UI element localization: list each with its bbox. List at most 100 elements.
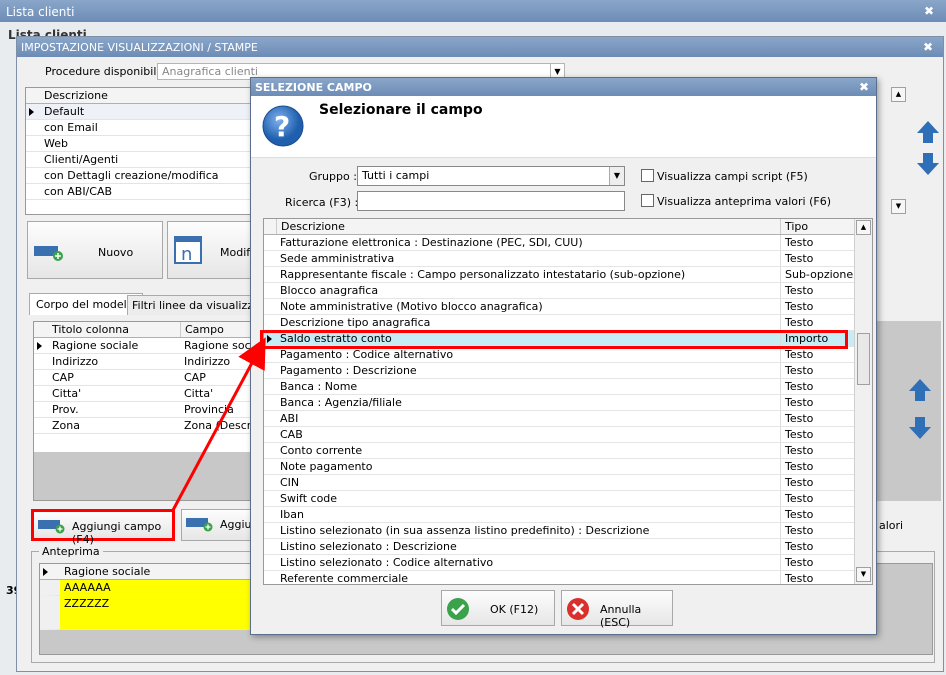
field-row[interactable]: CAB Testo <box>264 427 854 443</box>
scroll-thumb[interactable] <box>857 333 870 385</box>
column-title: Citta' <box>52 387 82 400</box>
column-row[interactable]: Ragione sociale Ragione social <box>34 338 264 354</box>
row-pointer-icon <box>43 568 48 576</box>
new-button[interactable]: Nuovo <box>27 221 163 279</box>
imp-close-icon[interactable]: ✖ <box>921 40 935 54</box>
column-row[interactable]: CAP CAP <box>34 370 264 386</box>
fields-scrollbar[interactable]: ▲ ▼ <box>854 219 872 584</box>
preview-checkbox-label: Visualizza anteprima valori (F6) <box>657 195 832 208</box>
field-row[interactable]: Fatturazione elettronica : Destinazione … <box>264 235 854 251</box>
preview-cell: ZZZZZZ <box>64 597 110 610</box>
field-row[interactable]: Iban Testo <box>264 507 854 523</box>
column-title: CAP <box>52 371 74 384</box>
chevron-down-icon[interactable]: ▼ <box>609 167 624 185</box>
scroll-down-icon[interactable]: ▼ <box>891 199 906 214</box>
model-name: con Dettagli creazione/modifica <box>44 169 219 182</box>
preview-row: AAAAAA <box>40 580 252 596</box>
model-row[interactable]: Clienti/Agenti <box>26 152 264 168</box>
models-scrollbar[interactable]: ▲ ▼ <box>881 87 909 215</box>
field-type: Testo <box>780 411 854 426</box>
field-type: Testo <box>780 571 854 584</box>
scroll-up-icon[interactable]: ▲ <box>891 87 906 102</box>
row-pointer-icon <box>37 342 42 350</box>
field-row[interactable]: Blocco anagrafica Testo <box>264 283 854 299</box>
field-row[interactable]: Descrizione tipo anagrafica Testo <box>264 315 854 331</box>
columns-grid-body: Titolo colonna Campo Ragione sociale Ragi… <box>34 322 264 452</box>
model-row[interactable]: con ABI/CAB <box>26 184 264 200</box>
columns-grid: Titolo colonna Campo Ragione sociale Ragi… <box>33 321 265 501</box>
field-row[interactable]: Conto corrente Testo <box>264 443 854 459</box>
field-row[interactable]: Note pagamento Testo <box>264 459 854 475</box>
move-up-icon[interactable] <box>915 119 941 145</box>
add-field-button[interactable]: Aggiungi campo (F4) <box>31 509 175 546</box>
models-header: Descrizione <box>44 89 108 102</box>
field-desc: Pagamento : Codice alternativo <box>280 348 454 361</box>
field-row[interactable]: Banca : Agenzia/filiale Testo <box>264 395 854 411</box>
field-row[interactable]: Pagamento : Codice alternativo Testo <box>264 347 854 363</box>
field-row[interactable]: Listino selezionato : Descrizione Testo <box>264 539 854 555</box>
dialog-close-icon[interactable]: ✖ <box>857 80 871 94</box>
procedure-label: Procedure disponibili : <box>45 65 167 78</box>
tab-filtri[interactable]: Filtri linee da visualizzare <box>127 295 263 315</box>
column-row[interactable]: Indirizzo Indirizzo <box>34 354 264 370</box>
field-row[interactable]: Listino selezionato : Codice alternativo… <box>264 555 854 571</box>
field-desc: Conto corrente <box>280 444 363 457</box>
model-row[interactable]: Web <box>26 136 264 152</box>
model-row[interactable]: Default <box>26 104 264 120</box>
field-row[interactable]: ABI Testo <box>264 411 854 427</box>
field-desc: Descrizione tipo anagrafica <box>280 316 431 329</box>
field-row[interactable]: Referente commerciale Testo <box>264 571 854 584</box>
search-label: Ricerca (F3) : <box>285 196 359 209</box>
edit-icon: n <box>174 236 202 265</box>
column-field: Indirizzo <box>184 355 231 368</box>
add-field-label: Aggiungi campo (F4) <box>72 520 162 546</box>
column-up-icon[interactable] <box>907 377 933 403</box>
field-type: Testo <box>780 507 854 522</box>
scroll-up-icon[interactable]: ▲ <box>856 220 871 235</box>
field-desc: CIN <box>280 476 300 489</box>
group-value: Tutti i campi <box>362 169 430 182</box>
add-row-icon <box>186 518 213 532</box>
field-desc: Blocco anagrafica <box>280 284 379 297</box>
model-name: Default <box>44 105 85 118</box>
field-desc: Banca : Nome <box>280 380 358 393</box>
ok-button[interactable]: OK (F12) <box>441 590 555 626</box>
selection-highlight <box>260 330 848 349</box>
bg-close-icon[interactable]: ✖ <box>922 4 936 18</box>
cancel-label: Annulla (ESC) <box>600 603 642 629</box>
preview-header: Ragione sociale <box>64 565 151 578</box>
field-desc: Iban <box>280 508 304 521</box>
scroll-down-icon[interactable]: ▼ <box>856 567 871 582</box>
column-down-icon[interactable] <box>907 415 933 441</box>
bg-window-title: Lista clienti <box>0 0 946 22</box>
column-field: CAP <box>184 371 206 384</box>
group-select[interactable]: Tutti i campi ▼ <box>357 166 625 186</box>
move-down-icon[interactable] <box>915 151 941 177</box>
field-type: Testo <box>780 523 854 538</box>
column-row[interactable]: Prov. Provincia <box>34 402 264 418</box>
model-row[interactable]: con Dettagli creazione/modifica <box>26 168 264 184</box>
field-row[interactable]: Note amministrative (Motivo blocco anagr… <box>264 299 854 315</box>
preview-checkbox[interactable] <box>641 194 654 207</box>
modify-button[interactable]: n Modific <box>167 221 259 279</box>
model-row[interactable]: con Email <box>26 120 264 136</box>
column-row[interactable]: Citta' Citta' <box>34 386 264 402</box>
field-type: Testo <box>780 347 854 362</box>
ok-label: OK (F12) <box>490 603 539 616</box>
field-row[interactable]: Banca : Nome Testo <box>264 379 854 395</box>
search-input[interactable] <box>357 191 625 211</box>
field-row[interactable]: Rappresentante fiscale : Campo personali… <box>264 267 854 283</box>
script-checkbox[interactable] <box>641 169 654 182</box>
cancel-button[interactable]: Annulla (ESC) <box>561 590 673 629</box>
field-row[interactable]: Listino selezionato (in sua assenza list… <box>264 523 854 539</box>
field-row[interactable]: Sede amministrativa Testo <box>264 251 854 267</box>
field-type: Testo <box>780 379 854 394</box>
field-row[interactable]: Swift code Testo <box>264 491 854 507</box>
field-row[interactable]: CIN Testo <box>264 475 854 491</box>
models-grid: Descrizione Default con Email Web Clienti/A… <box>25 87 265 215</box>
column-row[interactable]: Zona Zona (Descrizi <box>34 418 264 434</box>
field-type: Sub-opzione <box>780 267 854 282</box>
add-button-2-label: Aggiu <box>220 518 252 531</box>
field-row[interactable]: Pagamento : Descrizione Testo <box>264 363 854 379</box>
field-type: Testo <box>780 491 854 506</box>
